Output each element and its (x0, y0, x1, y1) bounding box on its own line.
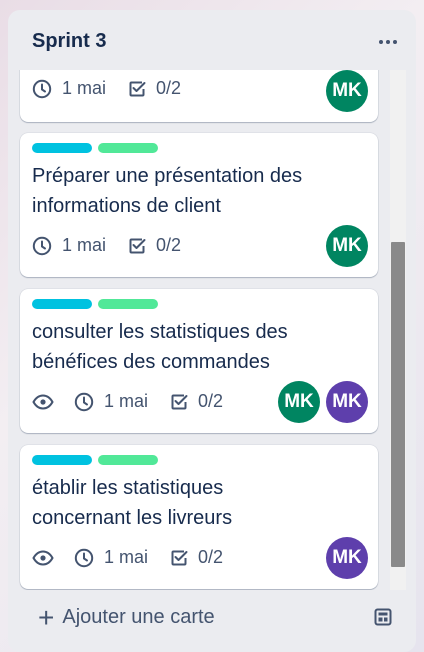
card-template-icon (374, 608, 392, 626)
card-members: MK MK (278, 381, 368, 423)
card-title: consulter les statistiques des bénéfices… (32, 321, 288, 373)
checklist-text: 0/2 (198, 391, 224, 411)
label-green[interactable] (98, 299, 158, 309)
clock-icon (74, 548, 94, 567)
card-title: établir les statistiques concernant les … (32, 477, 233, 529)
card[interactable]: 1 mai 0/2 MK (20, 70, 378, 122)
clock-icon (32, 79, 52, 98)
due-date-text: 1 mai (104, 391, 149, 411)
checklist-text: 0/2 (198, 547, 224, 567)
watching-badge (32, 393, 54, 410)
scrollbar-thumb[interactable] (391, 242, 405, 567)
list-footer: + Ajouter une carte (8, 594, 416, 644)
avatar[interactable]: MK (326, 381, 368, 423)
cards-area: 1 mai 0/2 MK Préparer une présentation d… (8, 70, 416, 590)
due-date-text: 1 mai (104, 547, 149, 567)
list-column: Sprint 3 1 mai 0/2 MK Préparer une prése… (8, 10, 416, 652)
ellipsis-icon (386, 40, 390, 44)
card-badges: 1 mai 0/2 (32, 78, 203, 99)
checklist-badge: 0/2 (128, 235, 181, 256)
checklist-icon (171, 550, 188, 565)
checklist-icon (129, 238, 146, 253)
clock-icon (32, 236, 52, 255)
checklist-badge: 0/2 (170, 391, 223, 412)
card-badges: 1 mai 0/2 (32, 235, 203, 256)
label-cyan[interactable] (32, 143, 92, 153)
due-date-badge[interactable]: 1 mai (32, 235, 106, 256)
card-members: MK (326, 537, 368, 579)
card-labels (32, 299, 158, 309)
eye-icon (32, 393, 54, 410)
checklist-icon (129, 81, 146, 96)
checklist-text: 0/2 (156, 78, 182, 98)
list-header: Sprint 3 (8, 10, 416, 70)
list-menu-button[interactable] (370, 28, 406, 56)
clock-icon (74, 392, 94, 411)
ellipsis-icon (393, 40, 397, 44)
label-green[interactable] (98, 455, 158, 465)
card[interactable]: consulter les statistiques des bénéfices… (20, 289, 378, 433)
plus-icon: + (38, 601, 55, 633)
checklist-badge: 0/2 (170, 547, 223, 568)
checklist-text: 0/2 (156, 235, 182, 255)
avatar[interactable]: MK (326, 70, 368, 112)
avatar[interactable]: MK (278, 381, 320, 423)
label-cyan[interactable] (32, 299, 92, 309)
card[interactable]: établir les statistiques concernant les … (20, 445, 378, 589)
card-members: MK (326, 70, 368, 112)
label-green[interactable] (98, 143, 158, 153)
card[interactable]: Préparer une présentation des informatio… (20, 133, 378, 277)
eye-icon (32, 549, 54, 566)
card-badges: 1 mai 0/2 (32, 391, 245, 412)
due-date-badge[interactable]: 1 mai (32, 78, 106, 99)
card-members: MK (326, 225, 368, 267)
card-labels (32, 455, 158, 465)
avatar[interactable]: MK (326, 537, 368, 579)
add-card-label: Ajouter une carte (62, 606, 215, 628)
due-date-text: 1 mai (62, 78, 107, 98)
checklist-badge: 0/2 (128, 78, 181, 99)
due-date-text: 1 mai (62, 235, 107, 255)
due-date-badge[interactable]: 1 mai (74, 547, 148, 568)
create-from-template-button[interactable] (374, 608, 392, 631)
card-labels (32, 143, 158, 153)
card-badges: 1 mai 0/2 (32, 547, 245, 568)
ellipsis-icon (379, 40, 383, 44)
watching-badge (32, 549, 54, 566)
card-title: Préparer une présentation des informatio… (32, 165, 303, 217)
add-card-button[interactable]: + Ajouter une carte (38, 601, 215, 633)
due-date-badge[interactable]: 1 mai (74, 391, 148, 412)
label-cyan[interactable] (32, 455, 92, 465)
checklist-icon (171, 394, 188, 409)
avatar[interactable]: MK (326, 225, 368, 267)
list-title[interactable]: Sprint 3 (32, 30, 106, 53)
